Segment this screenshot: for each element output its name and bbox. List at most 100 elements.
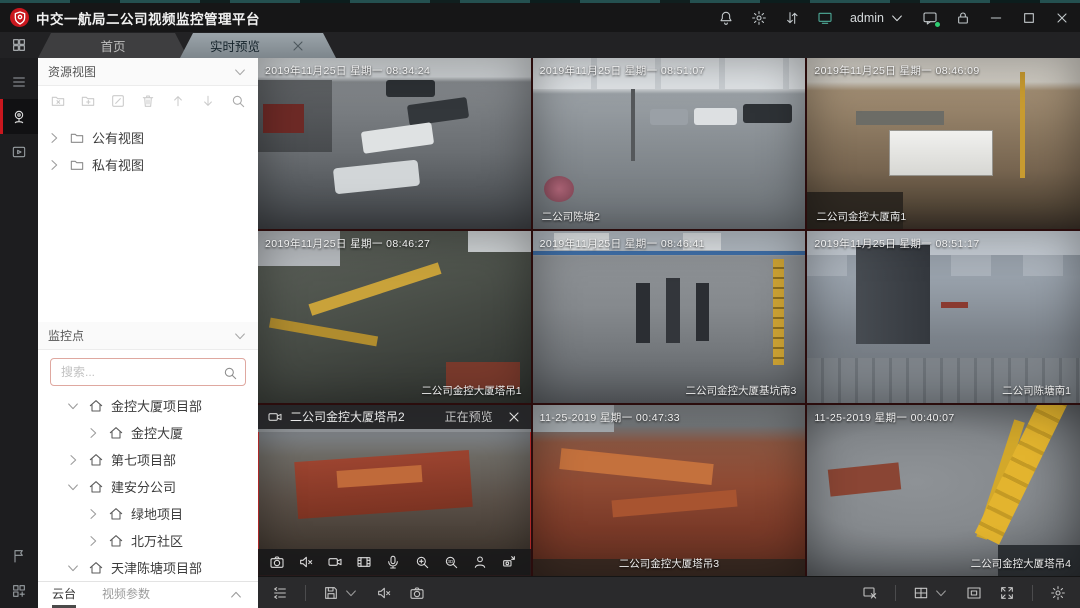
site-icon [88,452,104,468]
apps-grid-icon[interactable] [0,32,38,58]
ptz-setup-icon[interactable] [501,554,517,570]
camera-caption: 二公司金控大厦基坑南3 [685,383,796,398]
video-tile-4[interactable]: 2019年11月25日 星期一 08:46:27 二公司金控大厦塔吊1 [258,231,531,402]
search-input[interactable] [50,358,246,386]
search-icon[interactable] [230,93,246,109]
chevron-right-icon [85,506,101,522]
tree-item-jinkong-project[interactable]: 金控大厦项目部 [38,392,258,419]
chevron-down-icon [65,398,81,414]
playback-icon[interactable] [0,134,38,169]
alarm-icon[interactable] [0,538,38,573]
chevron-right-icon [85,425,101,441]
tree-item-jianan-branch[interactable]: 建安分公司 [38,473,258,500]
video-tile-9[interactable]: 11-25-2019 星期一 00:40:07 二公司金控大厦塔吊4 [807,405,1080,576]
video-toolbar [258,549,531,576]
site-icon [108,425,124,441]
more-icon[interactable] [530,554,531,570]
tree-item-label: 天津陈塘项目部 [111,558,202,577]
menu-icon[interactable] [0,64,38,99]
tab-home[interactable]: 首页 [38,33,188,58]
digital-zoom-icon[interactable] [414,554,430,570]
tab-live-preview[interactable]: 实时预览 [180,33,336,58]
settings-icon[interactable] [1050,585,1066,601]
tree-item-label: 金控大厦 [131,423,183,442]
mute-icon[interactable] [298,554,314,570]
titlebar: 中交一航局二公司视频监控管理平台 admin [0,3,1080,32]
tree-item-private-views[interactable]: 私有视图 [38,151,258,178]
tree-item-label: 建安分公司 [111,477,176,496]
timestamp-overlay: 2019年11月25日 星期一 08:51:17 [814,236,979,251]
live-preview-icon[interactable] [0,99,38,134]
chevron-right-icon [85,533,101,549]
chat-status-icon[interactable] [922,10,938,26]
lock-icon[interactable] [955,10,971,26]
tab-home-label: 首页 [100,36,125,55]
monitor-points-header[interactable]: 监控点 [38,322,258,350]
minimize-button[interactable] [988,10,1004,26]
stream-select-icon[interactable] [272,585,288,601]
maximize-button[interactable] [1021,10,1037,26]
add-group-icon[interactable] [50,93,66,109]
save-icon[interactable] [323,585,359,601]
preset-icon[interactable] [472,554,488,570]
rail-spacer [0,169,38,538]
resource-view-header[interactable]: 资源视图 [38,58,258,86]
bell-icon[interactable] [718,10,734,26]
close-video-icon[interactable] [506,409,522,425]
snapshot-icon[interactable] [269,554,285,570]
video-tile-7-selected[interactable]: 二公司金控大厦塔吊2 正在预览 [258,405,531,576]
tab-video-params[interactable]: 视频参数 [102,582,150,608]
video-tile-6[interactable]: 2019年11月25日 星期一 08:51:17 二公司陈塘南1 [807,231,1080,402]
chevron-down-icon [232,328,248,344]
online-status-dot [934,21,941,28]
close-tab-icon[interactable] [290,38,306,54]
single-screen-icon[interactable] [966,585,982,601]
divider [1032,585,1033,601]
record-icon[interactable] [327,554,343,570]
gear-icon[interactable] [751,10,767,26]
videowall-grid-icon[interactable] [0,573,38,608]
user-menu[interactable]: admin [850,10,905,26]
tree-item-public-views[interactable]: 公有视图 [38,124,258,151]
edit-icon[interactable] [110,93,126,109]
timestamp-overlay: 11-25-2019 星期一 00:40:07 [814,410,954,425]
site-icon [88,560,104,576]
close-button[interactable] [1054,10,1070,26]
layout-icon[interactable] [913,585,949,601]
tree-item-label: 私有视图 [92,155,144,174]
instant-playback-icon[interactable] [356,554,372,570]
tree-item-beiwan-community[interactable]: 北万社区 [38,527,258,554]
video-tile-1[interactable]: 2019年11月25日 星期一 08:34:24 [258,58,531,229]
tree-item-greenland-project[interactable]: 绿地项目 [38,500,258,527]
chevron-down-icon [65,560,81,576]
add-view-icon[interactable] [80,93,96,109]
video-tile-5[interactable]: 2019年11月25日 星期一 08:46:41 二公司金控大厦基坑南3 [533,231,806,402]
tree-item-tianjin-chentang[interactable]: 天津陈塘项目部 [38,554,258,581]
video-tile-8[interactable]: 11-25-2019 星期一 00:47:33 二公司金控大厦塔吊3 [533,405,806,576]
talk-icon[interactable] [385,554,401,570]
close-all-icon[interactable] [862,585,878,601]
chevron-down-icon [933,585,949,601]
chevron-down-icon [65,479,81,495]
move-up-icon[interactable] [170,93,186,109]
video-tile-3[interactable]: 2019年11月25日 星期一 08:46:09 二公司金控大厦南1 [807,58,1080,229]
chevron-down-icon [343,585,359,601]
fullscreen-icon[interactable] [999,585,1015,601]
mute-all-icon[interactable] [376,585,392,601]
zoom-3d-icon[interactable] [443,554,459,570]
ptz-tabbar: 云台 视频参数 [38,581,258,608]
tree-item-jinkong-tower[interactable]: 金控大厦 [38,419,258,446]
video-wall-icon[interactable] [817,10,833,26]
timestamp-overlay: 2019年11月25日 星期一 08:34:24 [265,63,430,78]
chevron-right-icon [65,452,81,468]
snapshot-all-icon[interactable] [409,585,425,601]
chevron-up-icon[interactable] [228,587,244,603]
tree-item-seventh-project[interactable]: 第七项目部 [38,446,258,473]
move-down-icon[interactable] [200,93,216,109]
delete-icon[interactable] [140,93,156,109]
video-grid: 2019年11月25日 星期一 08:34:24 2019年11月25日 星期一… [258,58,1080,576]
tab-ptz[interactable]: 云台 [52,582,76,608]
video-tile-2[interactable]: 2019年11月25日 星期一 08:51:07 二公司陈塘2 [533,58,806,229]
app-title: 中交一航局二公司视频监控管理平台 [36,8,260,28]
sort-arrows-icon[interactable] [784,10,800,26]
